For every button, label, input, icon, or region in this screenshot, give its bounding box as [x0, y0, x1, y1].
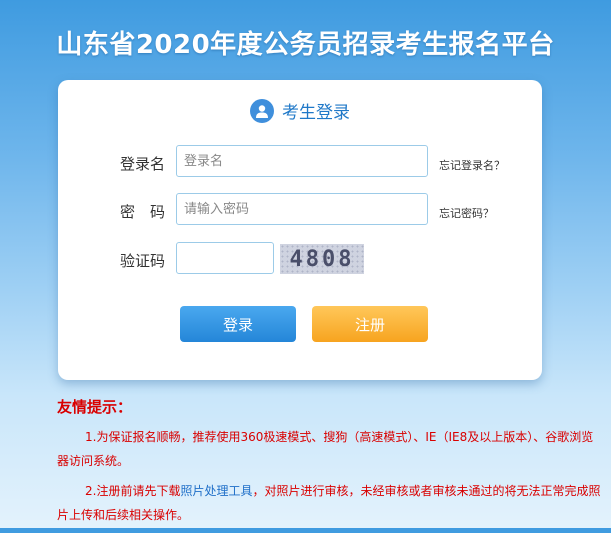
captcha-row: 验证码 4808	[58, 242, 542, 276]
page-title: 山东省2020年度公务员招录考生报名平台	[56, 30, 555, 60]
user-icon	[250, 98, 274, 123]
login-heading: 考生登录	[282, 103, 350, 123]
username-row: 登录名 忘记登录名？	[58, 145, 542, 179]
tip-2: 2.注册前请先下载照片处理工具，对照片进行审核，未经审核或者审核未通过的将无法正…	[57, 479, 605, 527]
tip-2-before: 2.注册前请先下载	[85, 484, 181, 498]
photo-tool-link[interactable]: 照片处理工具	[180, 484, 252, 498]
login-header: 考生登录	[58, 98, 542, 123]
username-input[interactable]	[176, 145, 428, 177]
password-input[interactable]	[176, 193, 428, 225]
captcha-image[interactable]: 4808	[280, 244, 364, 274]
tips-section: 友情提示： 1.为保证报名顺畅，推荐使用360极速模式、搜狗（高速模式）、IE（…	[57, 396, 605, 533]
login-button[interactable]: 登录	[180, 306, 296, 342]
tips-title: 友情提示：	[57, 398, 133, 416]
register-button[interactable]: 注册	[312, 306, 428, 342]
captcha-input[interactable]	[176, 242, 274, 274]
captcha-text: 4808	[289, 246, 355, 272]
tip-1: 1.为保证报名顺畅，推荐使用360极速模式、搜狗（高速模式）、IE（IE8及以上…	[57, 430, 594, 468]
username-label: 登录名	[120, 155, 166, 173]
login-card: 考生登录 登录名 忘记登录名？ 密 码 忘记密码？ 验证码 4808 登录 注册	[58, 80, 542, 380]
forgot-password-link[interactable]: 忘记密码？	[439, 205, 494, 221]
password-row: 密 码 忘记密码？	[58, 193, 542, 227]
captcha-label: 验证码	[120, 252, 166, 270]
forgot-username-link[interactable]: 忘记登录名？	[439, 157, 505, 173]
password-label: 密 码	[120, 203, 166, 221]
